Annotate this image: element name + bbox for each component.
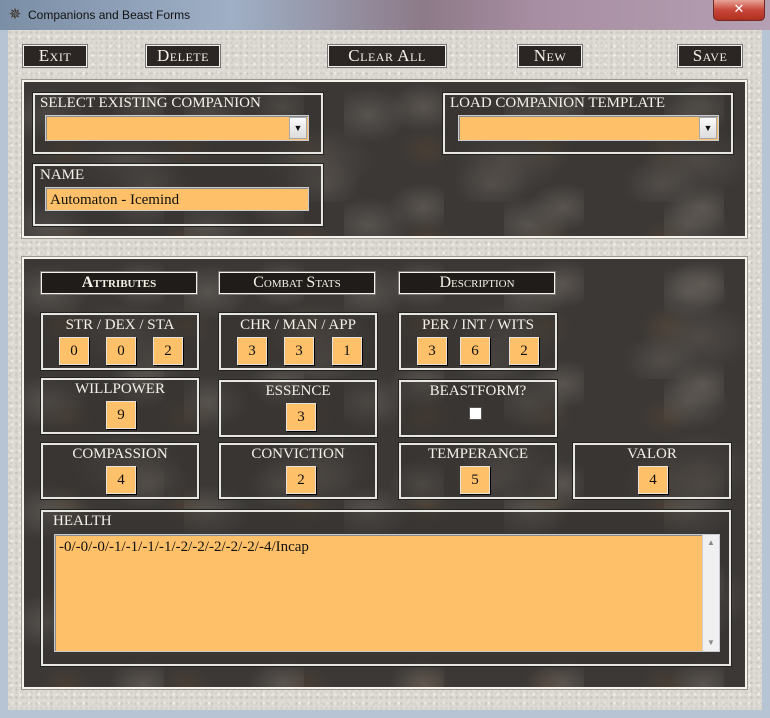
select-companion-label: SELECT EXISTING COMPANION (40, 95, 261, 111)
charisma-value[interactable]: 3 (237, 337, 267, 365)
intelligence-value[interactable]: 6 (460, 337, 490, 365)
physical-attributes-label: STR / DEX / STA (65, 317, 175, 333)
title-bar: ✵ Companions and Beast Forms ✕ (0, 0, 770, 30)
compassion-label: COMPASSION (72, 446, 168, 462)
wits-value[interactable]: 2 (509, 337, 539, 365)
window-frame-bottom (0, 710, 770, 718)
conviction-value[interactable]: 2 (286, 466, 316, 494)
health-textarea[interactable]: -0/-0/-0/-1/-1/-1/-1/-2/-2/-2/-2/-2/-4/I… (54, 534, 720, 652)
beastform-group: BEASTFORM? (398, 379, 558, 438)
chevron-down-icon[interactable]: ▼ (699, 117, 717, 139)
triangle-down-icon[interactable]: ▼ (703, 635, 719, 651)
new-button[interactable]: New (517, 44, 583, 68)
window-frame-left (0, 30, 8, 718)
mental-attributes-group: PER / INT / WITS 3 6 2 (398, 312, 558, 371)
valor-group: VALOR 4 (572, 442, 732, 500)
name-label: NAME (40, 167, 85, 183)
clear-all-button[interactable]: Clear All (327, 44, 447, 68)
app-icon: ✵ (8, 7, 22, 23)
manipulation-value[interactable]: 3 (284, 337, 314, 365)
compassion-group: COMPASSION 4 (40, 442, 200, 500)
exit-button[interactable]: Exit (22, 44, 88, 68)
strength-value[interactable]: 0 (59, 337, 89, 365)
close-button[interactable]: ✕ (713, 0, 765, 21)
conviction-group: CONVICTION 2 (218, 442, 378, 500)
tab-combat-stats[interactable]: Combat Stats (218, 271, 376, 295)
essence-group: ESSENCE 3 (218, 379, 378, 438)
physical-attributes-group: STR / DEX / STA 0 0 2 (40, 312, 200, 371)
willpower-value[interactable]: 9 (106, 401, 136, 429)
save-button[interactable]: Save (677, 44, 743, 68)
perception-value[interactable]: 3 (417, 337, 447, 365)
load-template-combo[interactable]: ▼ (458, 115, 719, 141)
triangle-up-icon[interactable]: ▲ (703, 535, 719, 551)
tab-description[interactable]: Description (398, 271, 556, 295)
valor-label: VALOR (627, 446, 677, 462)
load-template-label: LOAD COMPANION TEMPLATE (450, 95, 666, 111)
window-title: Companions and Beast Forms (28, 8, 191, 22)
social-attributes-group: CHR / MAN / APP 3 3 1 (218, 312, 378, 371)
mental-attributes-label: PER / INT / WITS (422, 317, 534, 333)
health-scrollbar[interactable]: ▲ ▼ (702, 535, 719, 651)
willpower-group: WILLPOWER 9 (40, 377, 200, 435)
select-companion-combo[interactable]: ▼ (45, 115, 309, 141)
social-attributes-label: CHR / MAN / APP (240, 317, 356, 333)
dexterity-value[interactable]: 0 (106, 337, 136, 365)
essence-value[interactable]: 3 (286, 403, 316, 431)
appearance-value[interactable]: 1 (332, 337, 362, 365)
name-group: NAME Automaton - Icemind (32, 163, 324, 227)
beastform-label: BEASTFORM? (429, 383, 527, 399)
compassion-value[interactable]: 4 (106, 466, 136, 494)
stamina-value[interactable]: 2 (153, 337, 183, 365)
temperance-label: TEMPERANCE (427, 446, 528, 462)
beastform-checkbox[interactable] (469, 407, 482, 420)
name-input[interactable]: Automaton - Icemind (45, 187, 309, 211)
window-frame-right (762, 30, 770, 718)
select-companion-group: SELECT EXISTING COMPANION ▼ (32, 92, 324, 155)
chevron-down-icon[interactable]: ▼ (289, 117, 307, 139)
conviction-label: CONVICTION (251, 446, 345, 462)
tab-attributes[interactable]: Attributes (40, 271, 198, 295)
valor-value[interactable]: 4 (638, 466, 668, 494)
health-label: HEALTH (53, 513, 112, 529)
willpower-label: WILLPOWER (75, 381, 165, 397)
health-text: -0/-0/-0/-1/-1/-1/-1/-2/-2/-2/-2/-2/-4/I… (59, 539, 309, 555)
temperance-value[interactable]: 5 (460, 466, 490, 494)
essence-label: ESSENCE (265, 383, 331, 399)
load-template-group: LOAD COMPANION TEMPLATE ▼ (442, 92, 734, 155)
health-group: HEALTH -0/-0/-0/-1/-1/-1/-1/-2/-2/-2/-2/… (40, 509, 732, 667)
temperance-group: TEMPERANCE 5 (398, 442, 558, 500)
delete-button[interactable]: Delete (145, 44, 221, 68)
